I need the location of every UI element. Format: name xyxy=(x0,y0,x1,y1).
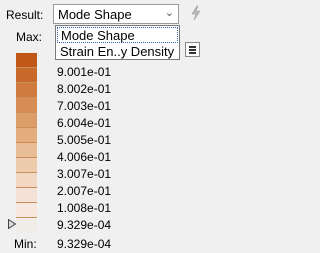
legend-value-label: 7.003e-01 xyxy=(57,99,112,113)
legend-swatch xyxy=(16,113,37,128)
menu-button[interactable] xyxy=(185,42,200,57)
dropdown-option-mode-shape[interactable]: Mode Shape xyxy=(57,27,178,43)
legend-swatch xyxy=(16,203,37,218)
lightning-icon[interactable] xyxy=(189,5,203,21)
triangle-pointer-icon[interactable] xyxy=(8,219,16,229)
legend-swatch xyxy=(16,218,37,233)
result-selected-value: Mode Shape xyxy=(58,7,132,22)
legend-swatch xyxy=(16,128,37,143)
max-label: Max: xyxy=(16,30,43,44)
legend-value-label: 9.329e-04 xyxy=(57,218,112,232)
legend-swatch xyxy=(16,68,37,83)
result-label: Result: xyxy=(6,8,44,22)
legend-swatch xyxy=(16,98,37,113)
legend-swatch xyxy=(16,188,37,203)
legend-value-label: 4.006e-01 xyxy=(57,150,112,164)
legend-swatch xyxy=(16,83,37,98)
chevron-down-icon[interactable]: ⌄ xyxy=(165,6,174,19)
min-value: 9.329e-04 xyxy=(57,237,112,251)
legend-value-label: 5.005e-01 xyxy=(57,133,112,147)
legend-value-label: 9.001e-01 xyxy=(57,65,112,79)
legend-swatch xyxy=(16,53,37,68)
legend-value-label: 3.007e-01 xyxy=(57,167,112,181)
dropdown-option-strain-energy-density[interactable]: Strain En..y Density xyxy=(57,44,178,60)
legend-value-label: 6.004e-01 xyxy=(57,116,112,130)
legend-swatch xyxy=(16,158,37,173)
legend-value-label: 8.002e-01 xyxy=(57,82,112,96)
legend-value-label: 1.008e-01 xyxy=(57,201,112,215)
min-label: Min: xyxy=(14,237,37,251)
legend-swatch xyxy=(16,143,37,158)
result-dropdown-list: Mode Shape Strain En..y Density xyxy=(55,25,180,60)
result-combobox[interactable]: Mode Shape ⌄ xyxy=(53,4,179,24)
legend-value-label: 2.007e-01 xyxy=(57,184,112,198)
legend-swatch xyxy=(16,173,37,188)
color-legend-bar xyxy=(16,53,37,233)
